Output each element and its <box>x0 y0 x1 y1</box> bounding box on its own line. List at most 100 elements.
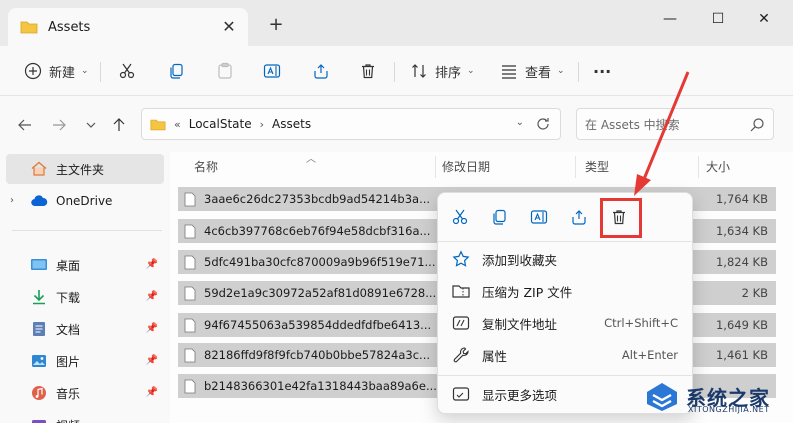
file-size: 1,649 KB <box>715 318 768 332</box>
sort-button[interactable]: 排序 ⌄ <box>410 57 475 85</box>
sidebar-item-music[interactable]: 音乐 📌 <box>6 378 164 408</box>
sidebar-item-desktop[interactable]: 桌面 📌 <box>6 250 164 280</box>
sidebar-item-label: 音乐 <box>56 386 81 401</box>
file-name: 59d2e1a9c30972a52af81d0891e6728... <box>204 286 437 300</box>
share-button[interactable] <box>312 57 330 85</box>
tab-assets[interactable]: Assets ✕ <box>8 8 248 46</box>
divider <box>578 62 579 82</box>
column-divider[interactable] <box>698 156 699 178</box>
search-icon <box>750 118 764 132</box>
ctx-share-button[interactable] <box>565 204 593 230</box>
sidebar-item-home[interactable]: 主文件夹 <box>6 154 164 184</box>
chevron-down-icon: ⌄ <box>467 66 475 76</box>
rename-button[interactable] <box>263 57 281 85</box>
sidebar-item-downloads[interactable]: 下载 📌 <box>6 282 164 312</box>
file-name: 82186ffd9f8f9fcb740b0bbe57824a3c... <box>204 348 431 362</box>
sort-ascending-icon: ︿ <box>306 154 316 165</box>
sidebar-item-pictures[interactable]: 图片 📌 <box>6 346 164 376</box>
delete-button[interactable] <box>359 57 377 85</box>
tab-title: Assets <box>48 19 91 35</box>
sidebar-item-videos[interactable]: 视频 <box>6 410 164 423</box>
folder-icon <box>150 119 166 130</box>
title-bar: Assets ✕ + — ☐ ✕ <box>0 0 793 46</box>
file-icon <box>184 255 196 269</box>
file-name: 94f67455063a539854ddedfdfbe6413... <box>204 318 432 332</box>
ctx-rename-button[interactable] <box>525 204 553 230</box>
watermark-subtext: XITONGZHIJIA.NET <box>688 405 770 414</box>
close-window-button[interactable]: ✕ <box>741 8 787 30</box>
view-icon <box>502 65 516 79</box>
column-divider[interactable] <box>575 156 576 178</box>
file-name: 5dfc491ba30cfc870009a9b96f519e71... <box>204 255 436 269</box>
column-header-size[interactable]: 大小 <box>706 158 730 175</box>
search-box[interactable]: 在 Assets 中搜索 <box>576 108 774 140</box>
view-button[interactable]: 查看 ⌄ <box>500 57 565 85</box>
recent-button[interactable] <box>80 114 102 136</box>
column-header-date[interactable]: 修改日期 <box>442 158 490 175</box>
close-icon: ✕ <box>758 11 770 27</box>
pin-icon[interactable]: 📌 <box>146 291 158 302</box>
pin-icon[interactable]: 📌 <box>146 323 158 334</box>
forward-button[interactable] <box>48 114 70 136</box>
menu-item-properties[interactable]: 属性 Alt+Enter <box>444 340 686 370</box>
cloud-icon <box>30 192 48 210</box>
paste-button[interactable] <box>216 57 234 85</box>
address-bar[interactable]: « LocalState › Assets ⌄ <box>141 108 561 140</box>
column-header-name[interactable]: 名称 <box>194 158 218 175</box>
arrow-right-icon <box>53 119 66 131</box>
up-button[interactable] <box>108 114 130 136</box>
minimize-button[interactable]: — <box>647 8 693 30</box>
trash-icon <box>362 64 374 79</box>
back-button[interactable] <box>14 114 36 136</box>
paste-icon <box>218 62 232 79</box>
breadcrumb-assets[interactable]: Assets <box>272 117 311 131</box>
refresh-icon[interactable] <box>534 115 552 133</box>
pin-icon[interactable]: 📌 <box>146 387 158 398</box>
arrow-up-icon <box>113 118 125 131</box>
video-icon <box>30 416 48 423</box>
column-divider[interactable] <box>435 156 436 178</box>
maximize-button[interactable]: ☐ <box>695 8 741 30</box>
more-options-button[interactable]: ··· <box>593 57 611 85</box>
chevron-down-icon[interactable]: ⌄ <box>516 117 524 128</box>
folder-icon <box>20 21 38 34</box>
cut-button[interactable] <box>118 57 136 85</box>
sidebar-item-label: 文档 <box>56 322 81 337</box>
ctx-cut-button[interactable] <box>446 204 474 230</box>
maximize-icon: ☐ <box>711 11 725 27</box>
share-icon <box>572 210 586 225</box>
new-button[interactable]: 新建 ⌄ <box>24 57 89 85</box>
sidebar-item-documents[interactable]: 文档 📌 <box>6 314 164 344</box>
copy-button[interactable] <box>167 57 185 85</box>
sidebar-item-label: 视频 <box>56 417 80 423</box>
tab-close-icon[interactable]: ✕ <box>220 18 238 36</box>
sidebar-item-onedrive[interactable]: › OneDrive <box>6 186 164 216</box>
minimize-icon: — <box>663 11 677 27</box>
menu-item-add-favorites[interactable]: 添加到收藏夹 <box>444 244 686 274</box>
star-icon <box>452 250 470 268</box>
column-header-type[interactable]: 类型 <box>585 158 609 175</box>
new-label: 新建 <box>49 65 76 81</box>
breadcrumb-localstate[interactable]: LocalState <box>189 117 252 131</box>
menu-item-label: 添加到收藏夹 <box>482 252 558 268</box>
ctx-copy-button[interactable] <box>485 204 513 230</box>
highlight-box <box>600 198 642 238</box>
chevron-down-icon: ⌄ <box>557 66 565 76</box>
sidebar-divider <box>12 230 162 231</box>
copy-path-icon <box>452 314 470 332</box>
zip-folder-icon <box>452 282 470 300</box>
overflow-icon[interactable]: « <box>174 118 181 131</box>
chevron-right-icon[interactable]: › <box>10 195 14 206</box>
new-tab-icon[interactable]: + <box>266 15 286 35</box>
menu-item-copy-path[interactable]: 复制文件地址 Ctrl+Shift+C <box>444 308 686 338</box>
file-icon <box>184 318 196 332</box>
pin-icon[interactable]: 📌 <box>146 355 158 366</box>
view-label: 查看 <box>525 65 552 81</box>
pin-icon[interactable]: 📌 <box>146 259 158 270</box>
sidebar-item-label: 桌面 <box>56 258 81 273</box>
file-name: 3aae6c26dc27353bcdb9ad54214b3a... <box>204 192 431 206</box>
rename-icon <box>263 64 281 78</box>
home-icon <box>30 160 48 178</box>
file-size: 1,461 KB <box>715 348 768 362</box>
menu-item-compress-zip[interactable]: 压缩为 ZIP 文件 <box>444 276 686 306</box>
